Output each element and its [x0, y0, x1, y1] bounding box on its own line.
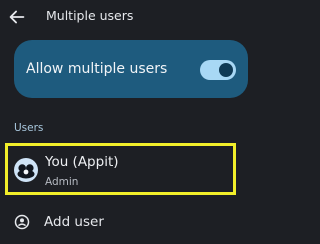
top-app-bar: Multiple users: [0, 0, 262, 34]
add-user-icon: [14, 214, 30, 230]
add-user-label: Add user: [44, 214, 104, 230]
user-role: Admin: [45, 176, 79, 188]
page-title: Multiple users: [46, 8, 134, 23]
toggle-thumb: [219, 63, 233, 77]
users-section-header: Users: [14, 122, 44, 134]
add-user-row[interactable]: Add user: [0, 205, 262, 241]
current-user-row[interactable]: You (Appit) Admin: [5, 143, 236, 195]
allow-multiple-users-label: Allow multiple users: [26, 61, 168, 77]
allow-multiple-users-toggle[interactable]: [200, 60, 236, 80]
arrow-left-icon: [9, 10, 25, 24]
allow-multiple-users-card[interactable]: Allow multiple users: [14, 40, 248, 98]
back-button[interactable]: [6, 6, 28, 28]
user-avatar-icon: [14, 158, 38, 182]
user-name: You (Appit): [45, 154, 119, 170]
